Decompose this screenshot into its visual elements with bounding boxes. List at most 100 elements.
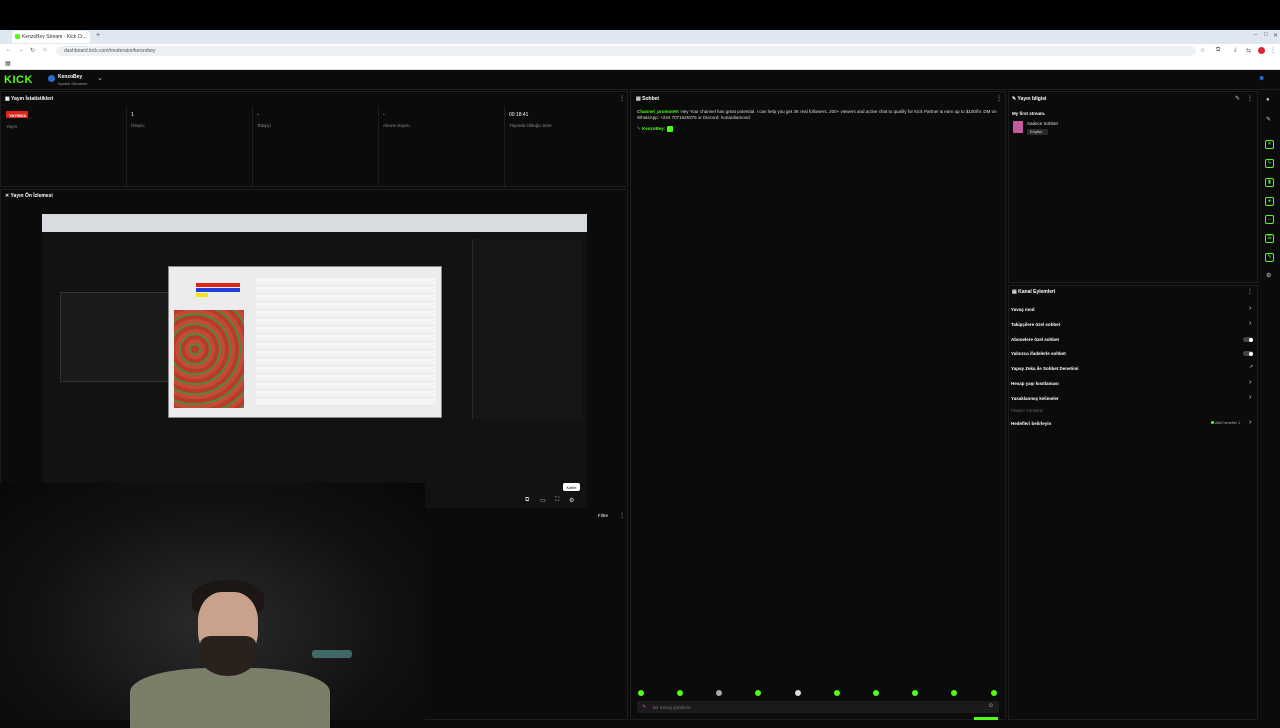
- action-ai-moderation[interactable]: Yapay Zeka ile Sohbet Denetimi: [1011, 366, 1079, 371]
- window-close-icon[interactable]: ✕: [1273, 32, 1278, 39]
- stream-info-kebab-menu-icon[interactable]: ⋮: [1247, 95, 1253, 102]
- rail-list-icon[interactable]: ☰: [1265, 234, 1274, 243]
- bookmarks-bar: [0, 58, 1280, 70]
- exp-bar: [196, 293, 208, 297]
- channel-actions-kebab-menu-icon[interactable]: ⋮: [1247, 288, 1253, 295]
- new-tab-button[interactable]: +: [96, 32, 100, 39]
- stream-category[interactable]: Sadece Sohbet: [1027, 121, 1058, 126]
- reload-icon[interactable]: ↻: [30, 47, 35, 54]
- live-badge: YAYINDA: [6, 111, 28, 118]
- chat-username[interactable]: Channel_promote9:: [637, 109, 679, 114]
- rail-chat-icon[interactable]: ●: [1265, 197, 1274, 206]
- chevron-right-icon[interactable]: ›: [1249, 379, 1251, 386]
- subscribers-only-toggle[interactable]: [1243, 337, 1253, 342]
- window-maximize-icon[interactable]: □: [1264, 32, 1268, 38]
- rail-settings-icon[interactable]: ⚙: [1266, 272, 1271, 279]
- filter-button[interactable]: Filtre: [598, 513, 608, 518]
- rail-close-icon[interactable]: ✕: [1265, 140, 1274, 149]
- chat-message: Channel_promote9: Hey Your channel has g…: [637, 109, 997, 121]
- apps-grid-icon[interactable]: ▦: [5, 60, 11, 67]
- action-set-goals[interactable]: Hedefleri belirleyin: [1011, 421, 1051, 426]
- channel-subtitle: Ayarlık Streamer: [58, 81, 88, 86]
- emote-only-toggle[interactable]: [1243, 351, 1253, 356]
- preview-side-panel: [472, 239, 582, 419]
- active-targets-indicator: Aktif hedefler 1: [1211, 421, 1240, 425]
- emote-icon[interactable]: [677, 690, 683, 696]
- url-field[interactable]: dashboard.kick.com/moderator/kenzobey: [56, 46, 1196, 56]
- back-icon[interactable]: ←: [6, 47, 12, 53]
- stat-value-viewers: 1: [131, 112, 134, 118]
- stream-info-title: ✎ Yayın bilgisi: [1012, 96, 1047, 102]
- chevron-right-icon[interactable]: ›: [1249, 419, 1251, 426]
- browser-tab[interactable]: KenzoBey Stream - Kick Cr...: [12, 31, 90, 43]
- download-icon[interactable]: ⤓: [1234, 47, 1237, 54]
- extensions-icon[interactable]: ⧉: [1216, 47, 1220, 54]
- settings-gear-icon[interactable]: ⚙: [569, 497, 574, 504]
- info-icon[interactable]: ●: [1266, 97, 1270, 103]
- emote-icon[interactable]: [912, 690, 918, 696]
- rail-resize-icon[interactable]: ↔: [1265, 215, 1274, 224]
- bookmark-star-icon[interactable]: ☆: [1200, 47, 1205, 54]
- badge-icon: ✎: [637, 126, 641, 132]
- kick-favicon-icon: [15, 34, 20, 39]
- category-thumbnail: [1013, 121, 1023, 133]
- profile-avatar-icon[interactable]: [1258, 47, 1265, 54]
- chat-username[interactable]: KenzoBey:: [642, 126, 665, 131]
- status-dot-icon: [1211, 421, 1214, 424]
- channel-name[interactable]: KenzoBey: [58, 74, 82, 80]
- external-link-icon[interactable]: ↗: [1249, 364, 1253, 370]
- chevron-right-icon[interactable]: ›: [1249, 305, 1251, 312]
- chat-input[interactable]: Bir mesaj gönderin: [637, 701, 999, 713]
- chat-message-text: Hey Your channel has great potential. I …: [637, 109, 997, 120]
- home-icon[interactable]: ⌂: [43, 47, 47, 53]
- popout-icon[interactable]: ⧉: [525, 497, 529, 504]
- emote-icon[interactable]: [638, 690, 644, 696]
- cast-icon[interactable]: ⇆: [1246, 47, 1251, 54]
- rail-note-icon[interactable]: ▮: [1265, 178, 1274, 187]
- rail-wrench-icon[interactable]: ✎: [1265, 253, 1274, 262]
- chat-panel: [630, 91, 1006, 720]
- emoji-picker-icon[interactable]: ☺: [988, 703, 994, 709]
- stat-label-subscribers: Abone Sayısı: [383, 123, 410, 128]
- window-top-bar: [0, 0, 1280, 30]
- rail-lightning-icon[interactable]: ϟ: [1265, 159, 1274, 168]
- hp-bar: [196, 283, 240, 287]
- theater-mode-icon[interactable]: ▭: [540, 497, 546, 504]
- stat-divider: [504, 106, 505, 186]
- action-account-age[interactable]: Hesap yaşı kısıtlaması: [1011, 381, 1059, 386]
- stat-value-subscribers: -: [383, 112, 385, 118]
- action-followers-only[interactable]: Takipçilere özel sohbet: [1011, 322, 1060, 327]
- emote-icon[interactable]: [951, 690, 957, 696]
- quality-tooltip: Kalite: [563, 483, 580, 491]
- emote-icon[interactable]: [716, 690, 722, 696]
- stats-kebab-menu-icon[interactable]: ⋮: [619, 95, 625, 102]
- game-minimap: [174, 310, 244, 408]
- forward-icon[interactable]: →: [18, 47, 24, 53]
- edit-icon[interactable]: ✎: [1266, 116, 1271, 123]
- emote-icon[interactable]: [795, 690, 801, 696]
- emote-icon[interactable]: [834, 690, 840, 696]
- kick-logo[interactable]: KICK: [4, 74, 33, 86]
- emote-icon[interactable]: [755, 690, 761, 696]
- user-menu-icon[interactable]: ☻: [1258, 75, 1265, 82]
- preview-kebab-menu-icon[interactable]: ⋮: [619, 512, 625, 519]
- browser-menu-icon[interactable]: ⋮: [1270, 47, 1276, 54]
- chevron-right-icon[interactable]: ›: [1249, 320, 1251, 327]
- chevron-right-icon[interactable]: ›: [1249, 394, 1251, 401]
- chat-identity-icon[interactable]: ✎: [642, 704, 646, 710]
- action-emote-only[interactable]: Yalnızca ifadelerle sohbet: [1011, 351, 1066, 356]
- emote-icon[interactable]: [873, 690, 879, 696]
- webcam-background-object: [312, 650, 352, 658]
- emote-icon[interactable]: [991, 690, 997, 696]
- pencil-icon[interactable]: ✎: [1235, 95, 1240, 102]
- action-subscribers-only[interactable]: Abonelere özel sohbet: [1011, 337, 1059, 342]
- emote-icon: [666, 126, 673, 132]
- action-banned-words[interactable]: Yasaklanmış kelimeler: [1011, 396, 1059, 401]
- preview-title: ✕ Yayın Ön İzlemesi: [5, 193, 53, 199]
- chevron-down-icon[interactable]: ⌄: [97, 74, 103, 82]
- action-slow-mode[interactable]: Yavaş mod: [1011, 307, 1035, 312]
- chat-kebab-menu-icon[interactable]: ⋮: [996, 95, 1002, 102]
- window-minimize-icon[interactable]: –: [1254, 32, 1257, 38]
- fullscreen-icon[interactable]: ⛶: [555, 497, 559, 504]
- stat-divider: [252, 106, 253, 186]
